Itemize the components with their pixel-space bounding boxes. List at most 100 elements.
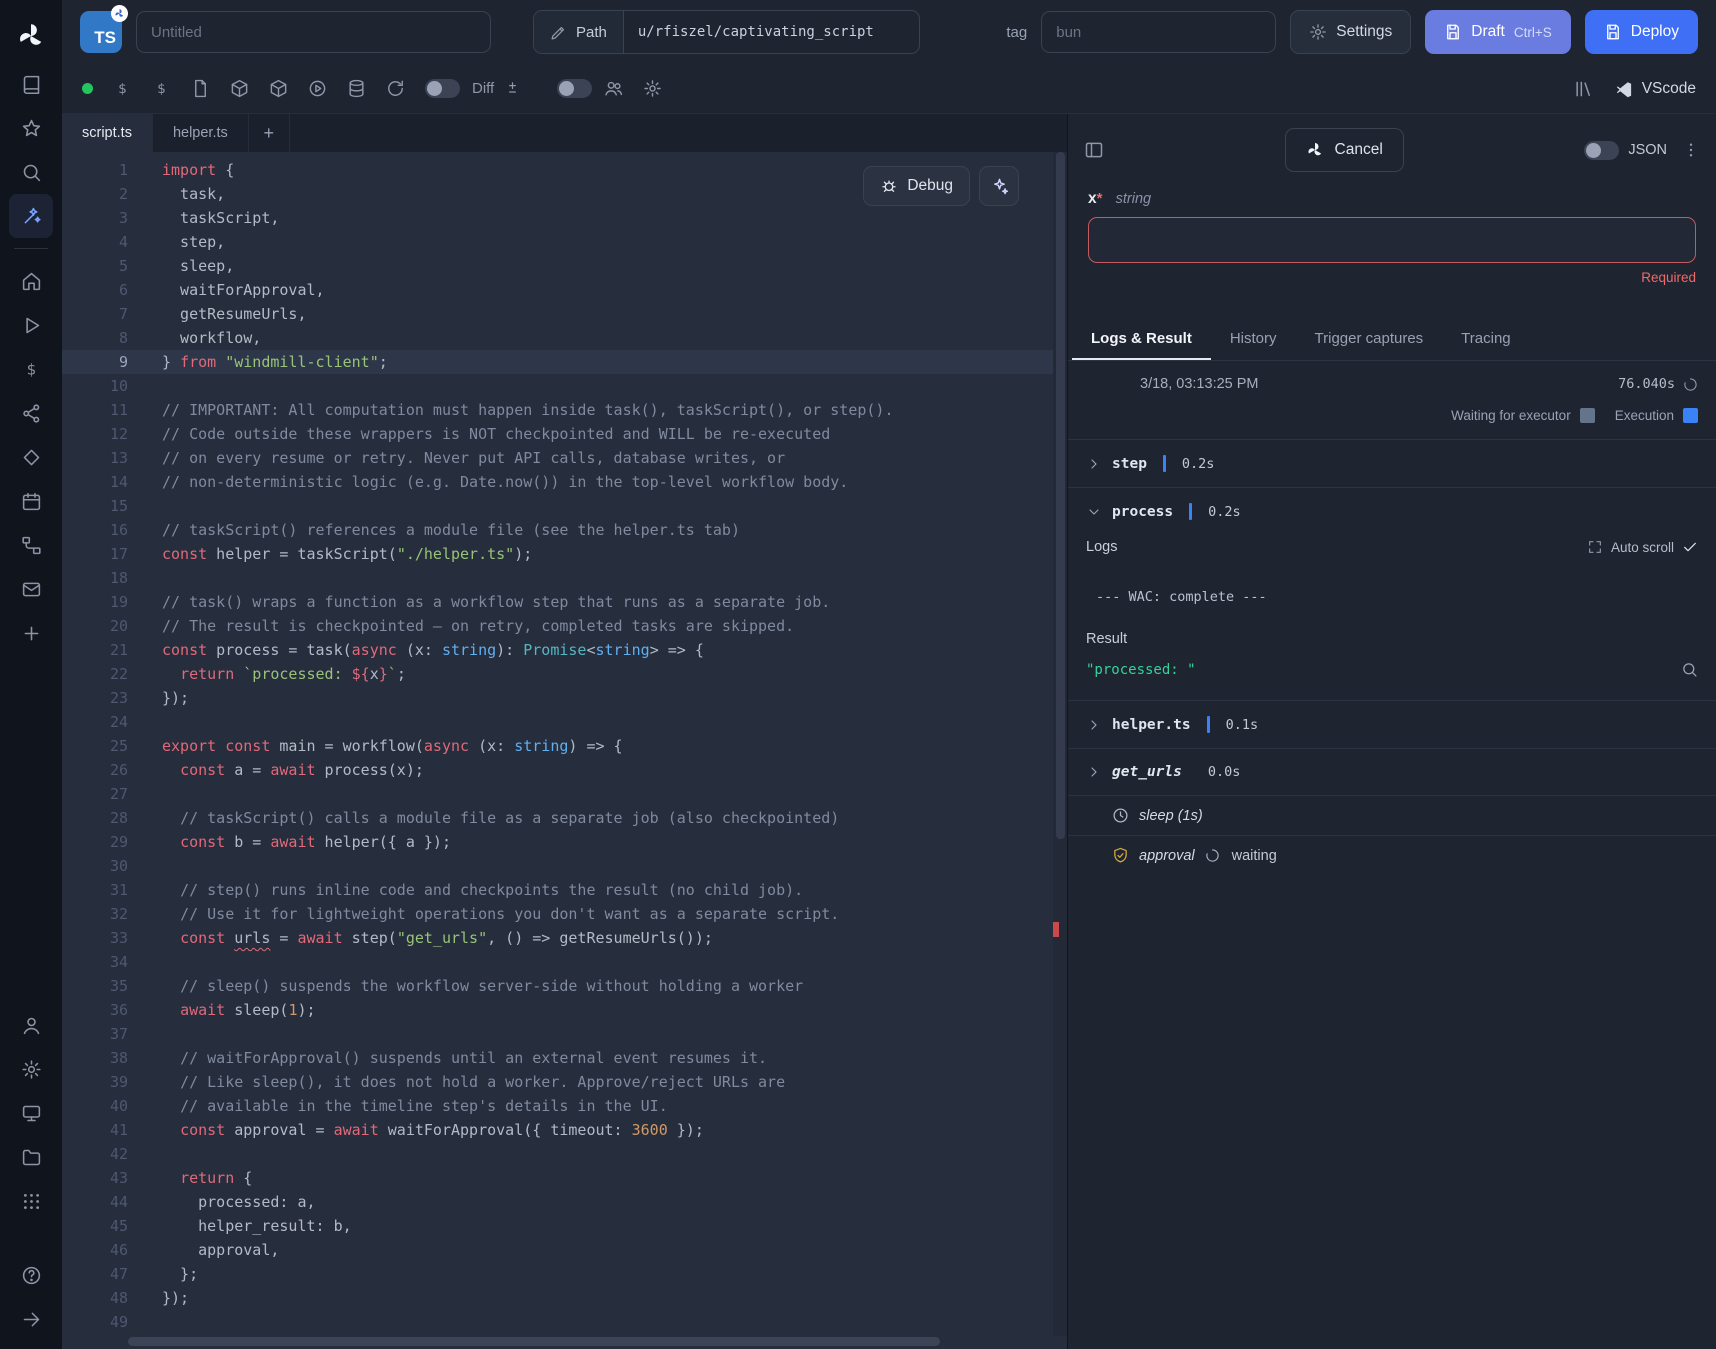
sidebar-favorites-button[interactable] [9,106,53,150]
horizontal-scrollbar[interactable] [128,1337,1051,1348]
code-line-current[interactable]: 9} from "windmill-client"; [62,350,1053,374]
windmill-logo[interactable] [9,10,53,62]
sidebar-schedules-button[interactable] [9,435,53,479]
debug-button[interactable]: Debug [863,166,970,206]
sidebar-apps-button[interactable] [9,1179,53,1223]
panel-tab-history[interactable]: History [1211,317,1296,360]
code-line[interactable]: 35 // sleep() suspends the workflow serv… [62,974,1053,998]
panel-tab-logs-result[interactable]: Logs & Result [1072,317,1211,360]
kebab-menu-icon[interactable] [1682,141,1700,159]
file-tab-script.ts[interactable]: script.ts [62,114,153,152]
check-icon[interactable] [1682,539,1698,555]
expand-panel-icon[interactable] [1084,140,1104,160]
script-title-input[interactable] [136,11,491,53]
code-line[interactable]: 11// IMPORTANT: All computation must hap… [62,398,1053,422]
variables-toolbar-button[interactable]: $ [113,79,132,98]
code-line[interactable]: 14// non-deterministic logic (e.g. Date.… [62,470,1053,494]
code-line[interactable]: 48}); [62,1286,1053,1310]
vertical-scrollbar[interactable] [1053,152,1067,1336]
ai-assistant-button[interactable] [979,166,1019,206]
vscode-button[interactable]: VScode [1615,80,1696,98]
sidebar-settings-button[interactable] [9,1047,53,1091]
code-line[interactable]: 3 taskScript, [62,206,1053,230]
package-toolbar-button[interactable] [230,79,249,98]
sidebar-calendar-button[interactable] [9,479,53,523]
code-line[interactable]: 22 return `processed: ${x}`; [62,662,1053,686]
flow-step-approval[interactable]: approvalwaiting [1068,835,1716,875]
code-line[interactable]: 39 // Like sleep(), it does not hold a w… [62,1070,1053,1094]
sidebar-plus-button[interactable] [9,611,53,655]
chevron-right-icon[interactable] [1086,764,1102,780]
code-line[interactable]: 45 helper_result: b, [62,1214,1053,1238]
code-line[interactable]: 20// The result is checkpointed — on ret… [62,614,1053,638]
users-icon[interactable] [604,79,623,98]
library-icon[interactable] [1573,79,1593,99]
gear-icon[interactable] [643,79,662,98]
flow-step-sleep-1s-[interactable]: sleep (1s) [1068,795,1716,835]
run-toolbar-button[interactable] [308,79,327,98]
sidebar-search-button[interactable] [9,150,53,194]
chevron-right-icon[interactable] [1086,717,1102,733]
code-line[interactable]: 10 [62,374,1053,398]
code-line[interactable]: 33 const urls = await step("get_urls", (… [62,926,1053,950]
code-line[interactable]: 7 getResumeUrls, [62,302,1053,326]
code-line[interactable]: 12// Code outside these wrappers is NOT … [62,422,1053,446]
draft-button[interactable]: Draft Ctrl+S [1425,10,1570,54]
code-line[interactable]: 26 const a = await process(x); [62,758,1053,782]
code-line[interactable]: 13// on every resume or retry. Never put… [62,446,1053,470]
timeline-step-helper-ts[interactable]: helper.ts0.1s [1068,700,1716,748]
code-line[interactable]: 43 return { [62,1166,1053,1190]
sidebar-workers-button[interactable] [9,1091,53,1135]
diff-icon[interactable] [504,80,521,97]
timeline-step-process[interactable]: process0.2s [1068,487,1716,535]
add-tab-button[interactable]: + [249,114,290,152]
tag-input[interactable] [1041,11,1276,53]
code-content[interactable]: 1import {2 task,3 taskScript,4 step,5 sl… [62,158,1053,1334]
diff-toggle[interactable] [425,79,460,98]
sidebar-collapse-button[interactable] [9,1297,53,1341]
code-line[interactable]: 19// task() wraps a function as a workfl… [62,590,1053,614]
sidebar-home-button[interactable] [9,259,53,303]
script-toolbar-button[interactable] [191,79,210,98]
sidebar-runs-button[interactable] [9,303,53,347]
panel-tab-trigger-captures[interactable]: Trigger captures [1296,317,1443,360]
timeline-step-step[interactable]: step0.2s [1068,439,1716,487]
code-line[interactable]: 42 [62,1142,1053,1166]
code-line[interactable]: 37 [62,1022,1053,1046]
sidebar-user-button[interactable] [9,1003,53,1047]
code-line[interactable]: 32 // Use it for lightweight operations … [62,902,1053,926]
code-line[interactable]: 21const process = task(async (x: string)… [62,638,1053,662]
code-line[interactable]: 16// taskScript() references a module fi… [62,518,1053,542]
code-line[interactable]: 47 }; [62,1262,1053,1286]
code-line[interactable]: 6 waitForApproval, [62,278,1053,302]
code-line[interactable]: 34 [62,950,1053,974]
refresh-toolbar-button[interactable] [386,79,405,98]
modules-toolbar-button[interactable] [269,79,288,98]
secrets-toolbar-button[interactable]: $ [152,79,171,98]
deploy-button[interactable]: Deploy [1585,10,1698,54]
code-line[interactable]: 5 sleep, [62,254,1053,278]
code-line[interactable]: 24 [62,710,1053,734]
code-line[interactable]: 41 const approval = await waitForApprova… [62,1118,1053,1142]
code-line[interactable]: 15 [62,494,1053,518]
magnifier-icon[interactable] [1681,661,1698,678]
database-toolbar-button[interactable] [347,79,366,98]
settings-button[interactable]: Settings [1290,10,1411,54]
code-line[interactable]: 18 [62,566,1053,590]
json-toggle[interactable] [1584,141,1619,160]
code-line[interactable]: 49 [62,1310,1053,1334]
code-line[interactable]: 30 [62,854,1053,878]
sidebar-resources-button[interactable] [9,391,53,435]
code-line[interactable]: 31 // step() runs inline code and checkp… [62,878,1053,902]
code-line[interactable]: 44 processed: a, [62,1190,1053,1214]
panel-tab-tracing[interactable]: Tracing [1442,317,1529,360]
code-line[interactable]: 28 // taskScript() calls a module file a… [62,806,1053,830]
code-line[interactable]: 38 // waitForApproval() suspends until a… [62,1046,1053,1070]
code-line[interactable]: 36 await sleep(1); [62,998,1053,1022]
sidebar-variables-button[interactable]: $ [9,347,53,391]
file-tab-helper.ts[interactable]: helper.ts [153,114,249,152]
code-line[interactable]: 40 // available in the timeline step's d… [62,1094,1053,1118]
sidebar-folders-button[interactable] [9,1135,53,1179]
code-editor[interactable]: 1import {2 task,3 taskScript,4 step,5 sl… [62,152,1067,1349]
arg-x-input[interactable] [1088,217,1696,263]
